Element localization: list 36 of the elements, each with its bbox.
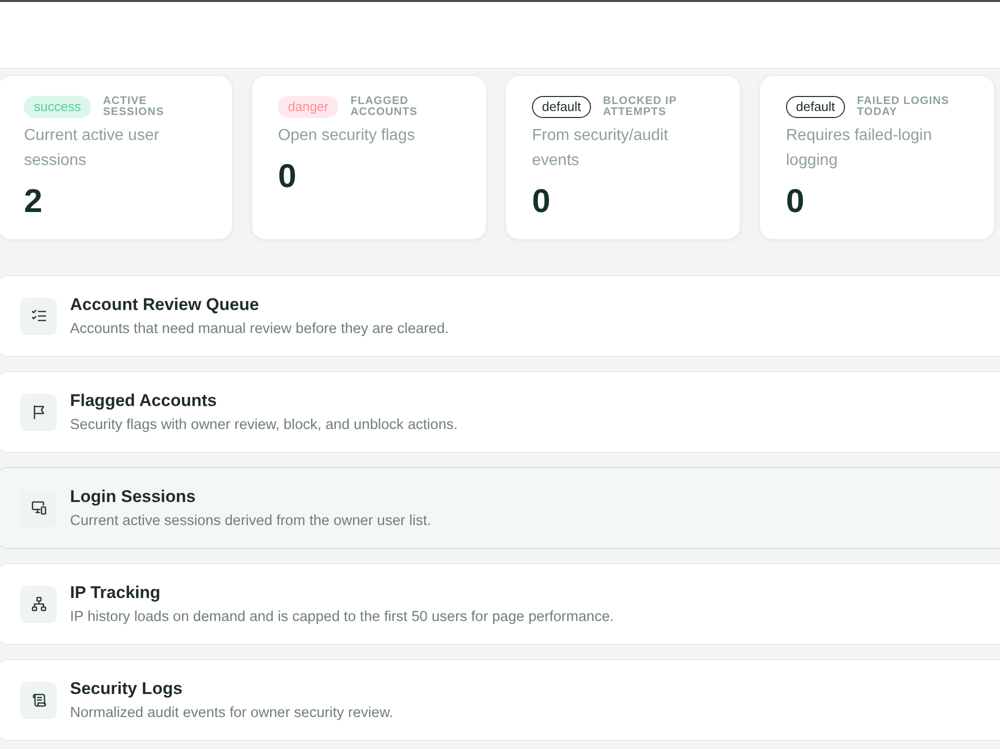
scroll-icon	[20, 682, 57, 718]
section-title: IP Tracking	[70, 582, 162, 602]
stat-value: 0	[532, 181, 552, 221]
status-badge: success	[24, 96, 91, 118]
stat-label: FAILED LOGINS TODAY	[857, 96, 950, 118]
section-description: Accounts that need manual review before they are cleared.	[70, 320, 449, 338]
stat-label: FLAGGED ACCOUNTS	[350, 96, 419, 118]
network-icon	[20, 586, 57, 622]
section-card[interactable]: Login Sessions Current active sessions derived from the owner user list.	[0, 467, 1000, 549]
devices-icon	[20, 490, 57, 526]
stat-value: 0	[278, 156, 298, 196]
status-badge: default	[786, 96, 846, 118]
stat-description: Current active user sessions	[24, 126, 160, 171]
section-title: Account Review Queue	[70, 294, 260, 314]
section-card[interactable]: Security Logs Normalized audit events for owner security review.	[0, 659, 1000, 741]
section-title: Flagged Accounts	[70, 390, 218, 410]
section-title: Login Sessions	[70, 486, 197, 506]
stat-value: 2	[24, 181, 44, 221]
checklist-icon	[20, 298, 57, 334]
stat-value: 0	[786, 181, 806, 221]
status-badge: default	[532, 96, 592, 118]
status-badge: danger	[278, 96, 338, 118]
stat-label: ACTIVE SESSIONS	[102, 96, 166, 118]
stat-label: BLOCKED IP ATTEMPTS	[603, 96, 678, 118]
stat-description: From security/audit events	[532, 126, 670, 171]
section-description: IP history loads on demand and is capped to the first 50 users for page performance.	[70, 608, 614, 626]
stat-description: Open security flags	[278, 126, 416, 146]
section-card[interactable]: Account Review Queue Accounts that need manual review before they are cleared.	[0, 275, 1000, 357]
stat-description: Requires failed-login logging	[786, 126, 933, 171]
section-description: Security flags with owner review, block, and unblock actions.	[70, 416, 458, 434]
section-title: Security Logs	[70, 678, 184, 698]
section-description: Normalized audit events for owner security review.	[70, 704, 394, 722]
section-card[interactable]: IP Tracking IP history loads on demand and is capped to the first 50 users for page performance.	[0, 563, 1000, 645]
section-card[interactable]: Flagged Accounts Security flags with owner review, block, and unblock actions.	[0, 371, 1000, 453]
section-description: Current active sessions derived from the owner user list.	[70, 512, 432, 530]
flag-icon	[20, 394, 57, 430]
